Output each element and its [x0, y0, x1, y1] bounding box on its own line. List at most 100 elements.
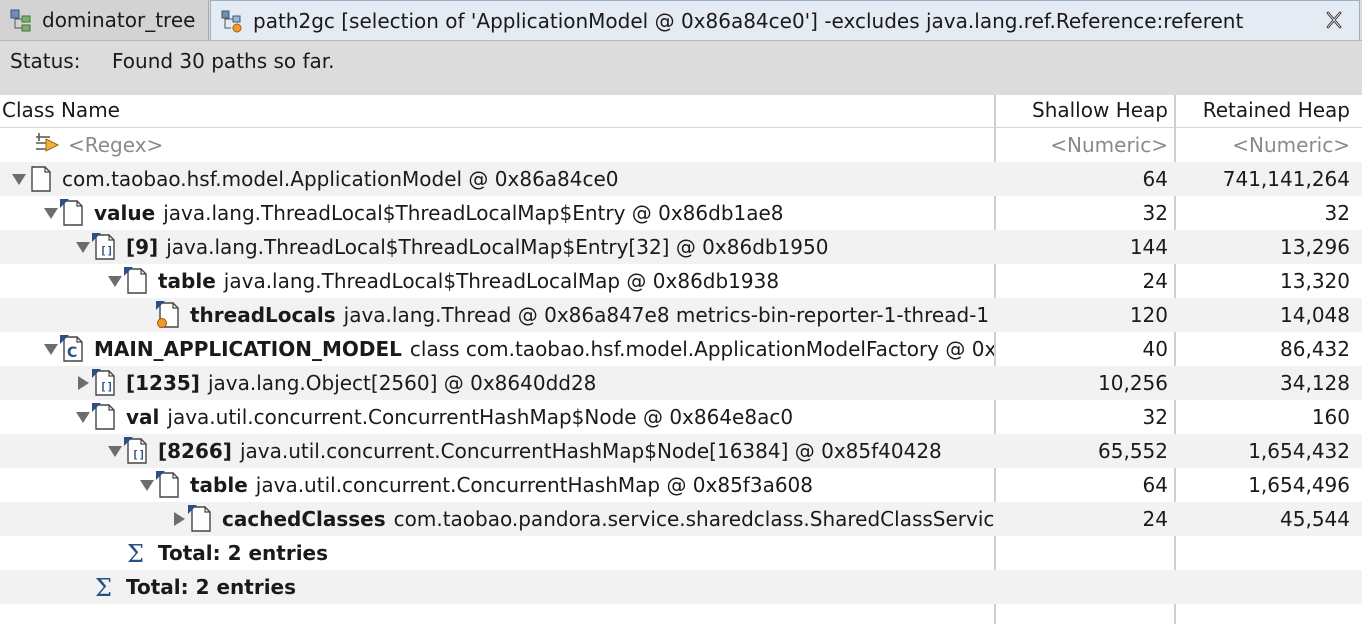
class-name-cell: C MAIN_APPLICATION_MODEL class com.taobao.… [0, 332, 994, 366]
dominator-tree-icon [10, 9, 31, 32]
collapsed-triangle-icon[interactable] [74, 366, 92, 400]
path-tree-table[interactable]: Class Name Shallow Heap Retained Heap <R… [0, 95, 1362, 624]
tab-label: path2gc [selection of 'ApplicationModel … [253, 8, 1244, 33]
field-name: MAIN_APPLICATION_MODEL [94, 337, 402, 361]
svg-text:[]: [] [100, 244, 113, 257]
class-name-cell: Σ Total: 2 entries [0, 570, 994, 604]
class-ref-icon: C [60, 335, 83, 362]
table-row[interactable]: [] [9] java.lang.ThreadLocal$ThreadLocalMa… [0, 230, 1362, 264]
svg-text:Σ: Σ [95, 574, 112, 601]
field-name: threadLocals [190, 303, 336, 327]
shallow-heap-value: 10,256 [1098, 371, 1168, 395]
table-row[interactable]: val java.util.concurrent.ConcurrentHashMa… [0, 400, 1362, 434]
table-row[interactable]: value java.lang.ThreadLocal$ThreadLocalMa… [0, 196, 1362, 230]
column-header-class-name[interactable]: Class Name [2, 98, 120, 122]
object-label: class com.taobao.hsf.model.ApplicationMo… [409, 337, 994, 361]
shallow-heap-value: 64 [1142, 167, 1168, 191]
expand-triangle-icon[interactable] [42, 196, 60, 230]
expand-triangle-icon[interactable] [10, 162, 28, 196]
retained-heap-value: 160 [1311, 405, 1350, 429]
object-ref-icon [124, 267, 147, 294]
sum-icon: Σ [127, 540, 144, 567]
retained-heap-value: 1,654,432 [1248, 439, 1350, 463]
retained-filter-input[interactable]: <Numeric> [1180, 128, 1350, 162]
column-header-shallow-heap[interactable]: Shallow Heap [1032, 98, 1168, 122]
shallow-heap-value [998, 536, 1168, 570]
field-name: val [126, 405, 160, 429]
table-header: Class Name Shallow Heap Retained Heap [0, 95, 1362, 128]
shallow-heap-value: 24 [1142, 507, 1168, 531]
object-ref-icon [188, 505, 211, 532]
table-row[interactable]: threadLocals java.lang.Thread @ 0x86a847e… [0, 298, 1362, 332]
regex-filter-input[interactable]: <Regex> [68, 133, 163, 157]
shallow-heap-value: 32 [1142, 405, 1168, 429]
table-row[interactable]: [] [8266] java.util.concurrent.ConcurrentH… [0, 434, 1362, 468]
field-name: [1235] [126, 371, 200, 395]
shallow-filter-input[interactable]: <Numeric> [998, 128, 1168, 162]
path2gc-icon [221, 10, 242, 32]
collapsed-triangle-icon[interactable] [170, 502, 188, 536]
object-label: java.lang.Thread @ 0x86a847e8 metrics-bi… [343, 303, 994, 327]
object-label: java.util.concurrent.ConcurrentHashMap @… [255, 473, 814, 497]
table-row[interactable]: C MAIN_APPLICATION_MODEL class com.taobao.… [0, 332, 1362, 366]
field-name: value [94, 201, 156, 225]
close-icon[interactable] [1323, 9, 1345, 31]
class-name-cell: val java.util.concurrent.ConcurrentHashMa… [0, 400, 994, 434]
field-name: [9] [126, 235, 159, 259]
total-row[interactable]: Σ Total: 2 entries [0, 570, 1362, 604]
retained-heap-value: 13,296 [1280, 235, 1350, 259]
retained-heap-value: 45,544 [1280, 507, 1350, 531]
table-row[interactable]: cachedClasses com.taobao.pandora.service.… [0, 502, 1362, 536]
shallow-heap-value: 120 [1129, 303, 1168, 327]
object-icon [31, 166, 51, 192]
class-name-cell: table java.util.concurrent.ConcurrentHash… [0, 468, 994, 502]
svg-text:C: C [67, 345, 77, 361]
retained-heap-value: 86,432 [1280, 337, 1350, 361]
status-bar: Status: Found 30 paths so far. [0, 41, 1362, 95]
class-name-cell: com.taobao.hsf.model.ApplicationModel @ … [0, 162, 994, 196]
expand-triangle-icon[interactable] [106, 264, 124, 298]
retained-heap-value: 13,320 [1280, 269, 1350, 293]
object-ref-icon [156, 471, 179, 498]
total-label: Total: 2 entries [126, 575, 297, 599]
class-name-cell: threadLocals java.lang.Thread @ 0x86a847e… [0, 298, 994, 332]
retained-heap-value: 14,048 [1280, 303, 1350, 327]
object-ref-icon [92, 403, 115, 430]
retained-heap-value: 741,141,264 [1222, 167, 1350, 191]
class-name-cell: value java.lang.ThreadLocal$ThreadLocalMa… [0, 196, 994, 230]
object-label: java.util.concurrent.ConcurrentHashMap$N… [239, 439, 942, 463]
filter-icon [36, 133, 60, 152]
total-row[interactable]: Σ Total: 2 entries [0, 536, 1362, 570]
field-name: table [190, 473, 248, 497]
array-ref-icon: [] [124, 437, 147, 464]
expand-triangle-icon[interactable] [74, 400, 92, 434]
field-name: cachedClasses [222, 507, 386, 531]
field-name: [8266] [158, 439, 232, 463]
retained-heap-value [1180, 570, 1350, 604]
total-label: Total: 2 entries [158, 541, 329, 565]
filter-row[interactable]: <Regex> <Numeric> <Numeric> [0, 128, 1362, 162]
expand-triangle-icon[interactable] [74, 230, 92, 264]
expand-triangle-icon[interactable] [106, 434, 124, 468]
status-label: Status: [10, 49, 81, 73]
expand-triangle-icon[interactable] [42, 332, 60, 366]
retained-heap-value: 34,128 [1280, 371, 1350, 395]
table-row[interactable]: com.taobao.hsf.model.ApplicationModel @ … [0, 162, 1362, 196]
class-name-cell: [] [1235] java.lang.Object[2560] @ 0x8640d… [0, 366, 994, 400]
table-row[interactable]: [] [1235] java.lang.Object[2560] @ 0x8640d… [0, 366, 1362, 400]
column-header-retained-heap[interactable]: Retained Heap [1203, 98, 1350, 122]
expand-triangle-icon[interactable] [138, 468, 156, 502]
object-label: java.util.concurrent.ConcurrentHashMap$N… [167, 405, 794, 429]
shallow-heap-value: 32 [1142, 201, 1168, 225]
object-label: java.lang.ThreadLocal$ThreadLocalMap @ 0… [223, 269, 780, 293]
class-name-cell: [] [8266] java.util.concurrent.ConcurrentH… [0, 434, 994, 468]
table-row[interactable]: table java.util.concurrent.ConcurrentHash… [0, 468, 1362, 502]
class-name-cell: cachedClasses com.taobao.pandora.service.… [0, 502, 994, 536]
tab-dominator-tree[interactable]: dominator_tree [0, 0, 209, 40]
thread-gc-root-icon [156, 301, 179, 328]
shallow-heap-value: 64 [1142, 473, 1168, 497]
table-row[interactable]: table java.lang.ThreadLocal$ThreadLocalMa… [0, 264, 1362, 298]
tab-path2gc[interactable]: path2gc [selection of 'ApplicationModel … [210, 0, 1360, 40]
